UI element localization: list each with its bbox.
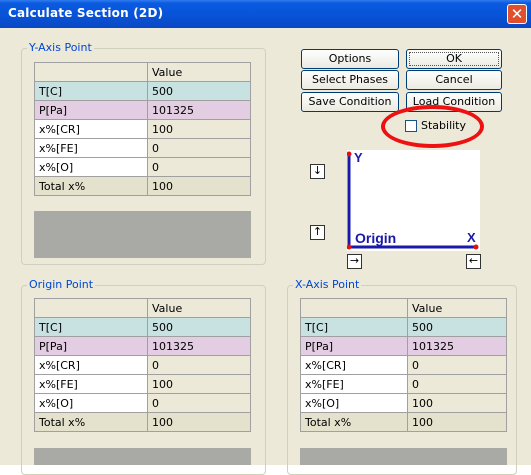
table-empty-area <box>34 211 251 258</box>
close-button[interactable]: ✕ <box>507 4 527 24</box>
origin-label: Origin <box>355 230 396 246</box>
o-cell[interactable]: 100 <box>407 393 507 413</box>
row-label: T[C] <box>34 317 148 337</box>
section-diagram: Y Origin X <box>346 150 480 251</box>
origin-point-legend: Origin Point <box>27 278 96 291</box>
save-condition-button[interactable]: Save Condition <box>301 92 399 112</box>
move-right-button[interactable]: → <box>347 254 362 269</box>
section-diagram-svg: Y Origin X <box>346 150 479 250</box>
o-cell[interactable]: 0 <box>147 157 251 177</box>
right-arrow-icon: → <box>349 254 360 267</box>
table-corner <box>34 298 148 318</box>
origin-point-marker <box>346 244 352 250</box>
total-cell: 100 <box>407 412 507 432</box>
window-title: Calculate Section (2D) <box>8 6 164 20</box>
down-arrow-icon: ↓ <box>312 164 323 177</box>
highlight-ring-annotation <box>381 105 484 148</box>
row-label: Total x% <box>34 412 148 432</box>
row-label: x%[FE] <box>300 374 408 394</box>
x-axis-label: X <box>467 230 476 245</box>
row-label: T[C] <box>300 317 408 337</box>
pressure-cell[interactable]: 101325 <box>147 336 251 356</box>
total-cell: 100 <box>147 176 251 196</box>
row-label: x%[FE] <box>34 374 148 394</box>
fe-cell[interactable]: 0 <box>147 138 251 158</box>
row-label: x%[O] <box>34 393 148 413</box>
pressure-cell[interactable]: 101325 <box>407 336 507 356</box>
row-label: Total x% <box>300 412 408 432</box>
row-label: x%[FE] <box>34 138 148 158</box>
row-label: x%[CR] <box>34 119 148 139</box>
value-column-header: Value <box>147 298 251 318</box>
y-axis-label: Y <box>354 150 363 165</box>
move-down-button[interactable]: ↓ <box>310 164 325 179</box>
cr-cell[interactable]: 0 <box>147 355 251 375</box>
row-label: x%[CR] <box>300 355 408 375</box>
value-column-header: Value <box>407 298 507 318</box>
x-axis-point-table: Value T[C] 500 P[Pa] 101325 x%[CR] 0 x%[FE]… <box>300 298 507 432</box>
table-corner <box>300 298 408 318</box>
value-column-header: Value <box>147 62 251 82</box>
up-arrow-icon: ↑ <box>312 225 323 238</box>
select-phases-button[interactable]: Select Phases <box>301 70 399 90</box>
origin-point-table: Value T[C] 500 P[Pa] 101325 x%[CR] 0 x%[FE]… <box>34 298 251 432</box>
move-left-button[interactable]: ← <box>466 254 481 269</box>
move-up-button[interactable]: ↑ <box>310 225 325 240</box>
total-cell: 100 <box>147 412 251 432</box>
options-button[interactable]: Options <box>301 49 399 69</box>
cr-cell[interactable]: 0 <box>407 355 507 375</box>
pressure-cell[interactable]: 101325 <box>147 100 251 120</box>
fe-cell[interactable]: 100 <box>147 374 251 394</box>
y-point-marker <box>346 151 352 157</box>
row-label: P[Pa] <box>34 100 148 120</box>
cancel-button[interactable]: Cancel <box>406 70 502 90</box>
row-label: x%[O] <box>300 393 408 413</box>
x-point-marker <box>473 244 479 250</box>
y-axis-point-legend: Y-Axis Point <box>27 41 94 54</box>
o-cell[interactable]: 0 <box>147 393 251 413</box>
calculate-section-dialog: Calculate Section (2D) ✕ Y-Axis Point Va… <box>0 0 531 475</box>
y-axis-point-table: Value T[C] 500 P[Pa] 101325 x%[CR] 100 x%[F… <box>34 62 251 196</box>
temperature-cell[interactable]: 500 <box>407 317 507 337</box>
fe-cell[interactable]: 0 <box>407 374 507 394</box>
temperature-cell[interactable]: 500 <box>147 317 251 337</box>
table-empty-area <box>300 448 507 465</box>
x-axis-point-legend: X-Axis Point <box>293 278 362 291</box>
row-label: P[Pa] <box>300 336 408 356</box>
left-arrow-icon: ← <box>468 254 479 267</box>
temperature-cell[interactable]: 500 <box>147 81 251 101</box>
row-label: x%[O] <box>34 157 148 177</box>
ok-button[interactable]: OK <box>406 49 502 69</box>
row-label: T[C] <box>34 81 148 101</box>
row-label: Total x% <box>34 176 148 196</box>
cr-cell[interactable]: 100 <box>147 119 251 139</box>
table-corner <box>34 62 148 82</box>
title-bar[interactable]: Calculate Section (2D) ✕ <box>0 0 531 28</box>
table-empty-area <box>34 448 251 465</box>
row-label: P[Pa] <box>34 336 148 356</box>
row-label: x%[CR] <box>34 355 148 375</box>
